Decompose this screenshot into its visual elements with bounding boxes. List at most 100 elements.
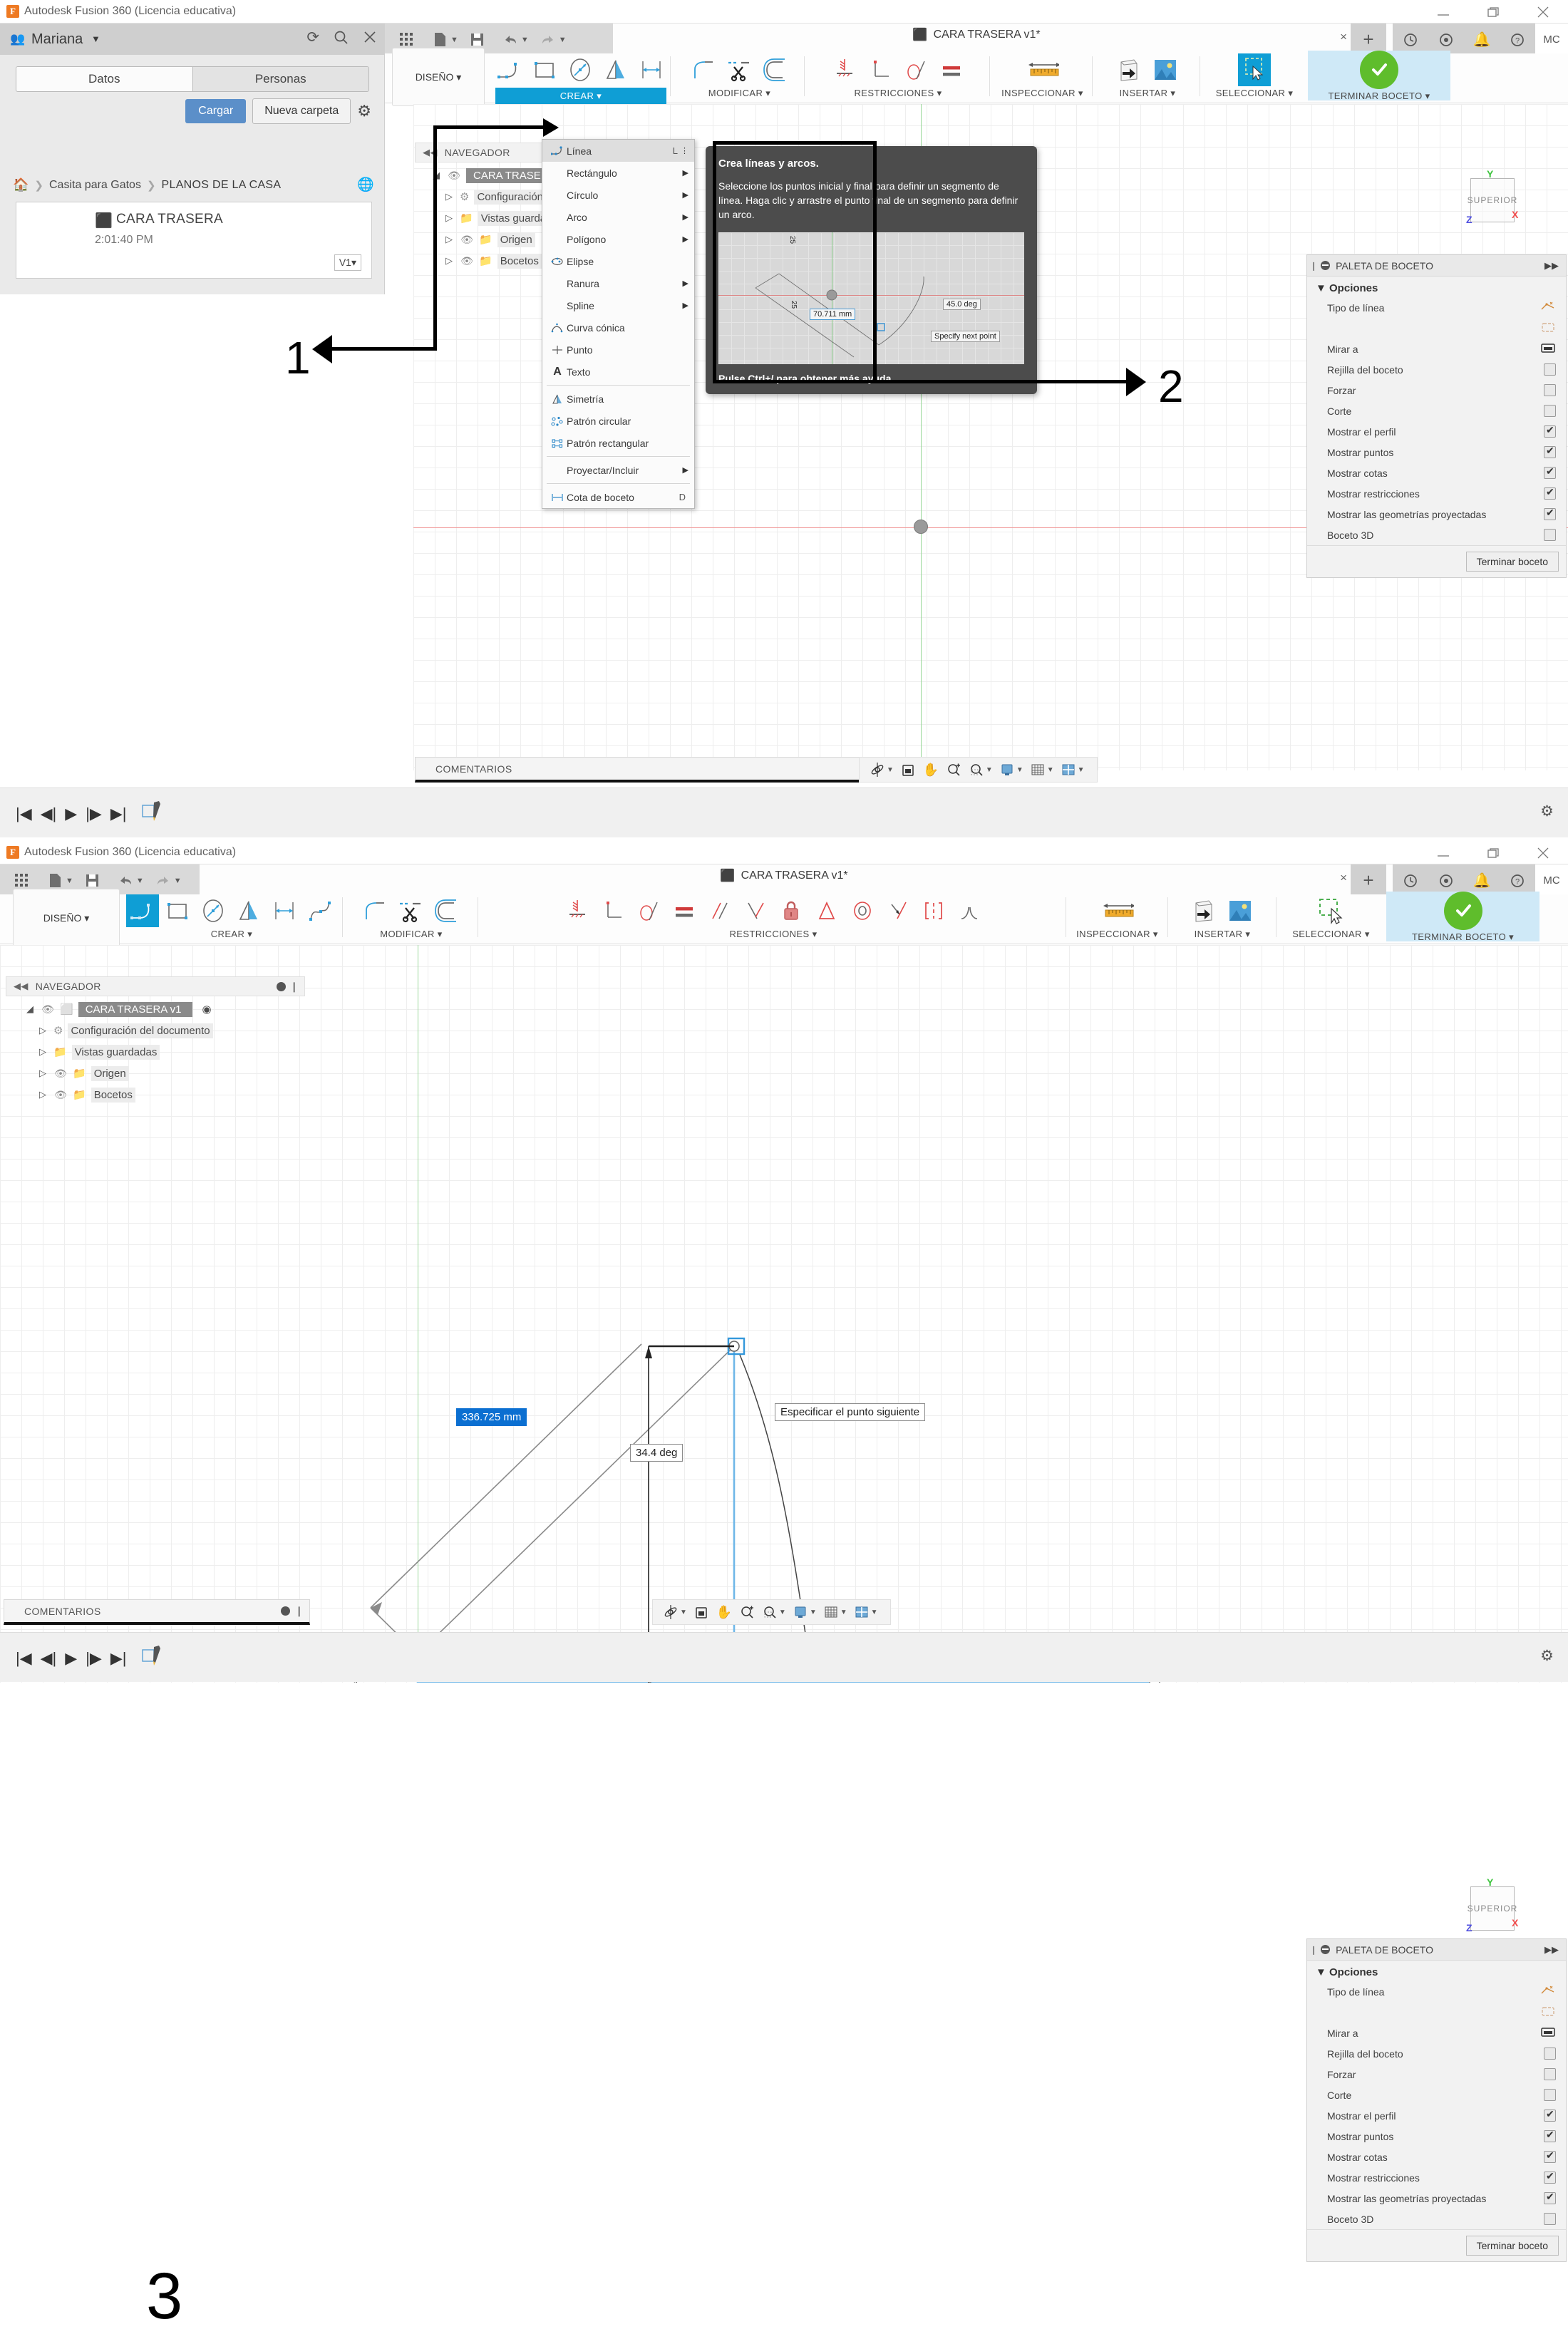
menu-item-texto[interactable]: A Texto (542, 361, 694, 383)
panel-label-restricciones[interactable]: RESTRICCIONES ▾ (854, 88, 942, 99)
tab-datos[interactable]: Datos (16, 67, 193, 91)
panel-label-insertar[interactable]: INSERTAR ▾ (1195, 929, 1251, 940)
palette-row-mostrar-restricciones[interactable]: Mostrar restricciones (1307, 2167, 1566, 2188)
line-type-icon[interactable] (1540, 1984, 1556, 1999)
palette-row-tipo-de-linea[interactable]: Tipo de línea (1307, 1981, 1566, 2002)
document-tab[interactable]: ⬛ CARA TRASERA v1* (720, 869, 847, 883)
dimension-tool-icon[interactable] (636, 53, 669, 86)
palette-row-mostrar-puntos[interactable]: Mostrar puntos (1307, 442, 1566, 463)
palette-row-corte[interactable]: Corte (1307, 401, 1566, 421)
grip-icon[interactable]: ❙ (1310, 261, 1317, 271)
expand-icon[interactable]: ▷ (443, 234, 455, 245)
maximize-icon[interactable] (1468, 0, 1518, 24)
panel-label-inspeccionar[interactable]: INSPECCIONAR ▾ (1076, 929, 1158, 940)
file-card[interactable]: ⬛ CARA TRASERA 2:01:40 PM V1▾ (16, 202, 372, 279)
construction-line-icon[interactable] (1540, 321, 1556, 336)
refresh-icon[interactable]: ⟳ (306, 30, 319, 48)
breadcrumb-item-folder[interactable]: PLANOS DE LA CASA (162, 179, 282, 192)
menu-item-simetria[interactable]: Simetría (542, 388, 694, 410)
menu-item-patron-rectangular[interactable]: Patrón rectangular (542, 432, 694, 454)
comments-bar-bottom[interactable]: COMENTARIOS ❙ (4, 1599, 310, 1625)
timeline-first-icon[interactable]: |◀ (16, 805, 32, 823)
comments-actions[interactable]: ❙ (281, 1605, 304, 1617)
checkbox-boceto-3d[interactable] (1544, 2213, 1556, 2225)
viewports-icon[interactable] (851, 1601, 872, 1623)
palette-row-boceto-3d[interactable]: Boceto 3D (1307, 525, 1566, 545)
file-version-badge[interactable]: V1▾ (334, 254, 361, 271)
grid-snaps-icon[interactable] (820, 1601, 842, 1623)
palette-row-geometrias-proyectadas[interactable]: Mostrar las geometrías proyectadas (1307, 2188, 1566, 2209)
select-tool-icon[interactable] (1315, 894, 1348, 927)
chevron-down-icon[interactable]: ▼ (1016, 766, 1023, 774)
timeline-next-icon[interactable]: |▶ (86, 1649, 102, 1668)
equal-constraint-icon[interactable] (935, 53, 968, 86)
tree-item-document-settings[interactable]: ▷ ⚙ Configuración del documento (6, 1020, 305, 1041)
palette-row-mostrar-cotas[interactable]: Mostrar cotas (1307, 463, 1566, 483)
display-settings-icon[interactable] (996, 759, 1018, 780)
new-folder-button[interactable]: Nueva carpeta (252, 98, 351, 124)
timeline-last-icon[interactable]: ▶| (110, 1649, 127, 1668)
palette-row-mostrar-perfil[interactable]: Mostrar el perfil (1307, 421, 1566, 442)
finish-sketch-button[interactable]: Terminar boceto (1466, 552, 1559, 572)
chevron-down-icon[interactable]: ▼ (521, 36, 529, 44)
palette-row-forzar[interactable]: Forzar (1307, 2064, 1566, 2085)
palette-row-geometrias-proyectadas[interactable]: Mostrar las geometrías proyectadas (1307, 504, 1566, 525)
chevron-down-icon[interactable]: ▼ (174, 877, 182, 885)
chevron-down-icon[interactable]: ▼ (810, 1609, 817, 1616)
comments-bar-top[interactable]: COMENTARIOS ❙ (415, 757, 907, 783)
pan-hand-icon[interactable]: ✋ (713, 1601, 735, 1623)
panel-label-modificar[interactable]: MODIFICAR ▾ (380, 929, 442, 940)
checkbox-rejilla[interactable] (1544, 2048, 1556, 2060)
palette-row-forzar[interactable]: Forzar (1307, 380, 1566, 401)
orbit-icon[interactable] (660, 1601, 681, 1623)
live-length-input[interactable]: 336.725 mm (456, 1408, 527, 1426)
rectangle-tool-icon[interactable] (162, 894, 195, 927)
chevron-down-icon[interactable]: ▼ (559, 36, 567, 44)
chevron-down-icon[interactable]: ▼ (779, 1609, 786, 1616)
palette-row-mirar-a[interactable]: Mirar a (1307, 339, 1566, 359)
notifications-bell-icon[interactable]: 🔔 (1464, 24, 1500, 56)
palette-row-boceto-3d[interactable]: Boceto 3D (1307, 2209, 1566, 2229)
chevron-down-icon[interactable]: ▼ (986, 766, 993, 774)
eye-icon[interactable]: 👁 (447, 170, 461, 182)
checkbox-corte[interactable] (1544, 2089, 1556, 2101)
orbit-icon[interactable] (867, 759, 888, 780)
checkbox-mostrar-restricciones[interactable] (1544, 487, 1556, 500)
finish-sketch-icon[interactable] (1360, 51, 1398, 89)
timeline-prev-icon[interactable]: ◀| (41, 1649, 57, 1668)
insert-image-icon[interactable] (1149, 53, 1182, 86)
line-tool-icon[interactable] (493, 53, 526, 86)
home-view-icon[interactable] (691, 1601, 712, 1623)
finish-sketch-button[interactable]: Terminar boceto (1466, 2236, 1559, 2256)
palette-row-rejilla[interactable]: Rejilla del boceto (1307, 2043, 1566, 2064)
chevron-down-icon[interactable]: ▼ (66, 877, 73, 885)
curvature-constraint-icon[interactable] (953, 894, 986, 927)
menu-item-poligono[interactable]: Polígono ▶ (542, 228, 694, 250)
insert-image-icon[interactable] (1224, 894, 1257, 927)
panel-label-insertar[interactable]: INSERTAR ▾ (1120, 88, 1176, 99)
expand-icon[interactable]: ▷ (443, 212, 455, 224)
fix-constraint-icon[interactable] (828, 53, 861, 86)
palette-section-title[interactable]: ▼ Opciones (1307, 1961, 1566, 1981)
checkbox-mostrar-restricciones[interactable] (1544, 2172, 1556, 2184)
home-icon[interactable]: 🏠 (13, 177, 29, 192)
timeline-sketch-feature-icon[interactable] (142, 800, 162, 828)
checkbox-forzar[interactable] (1544, 384, 1556, 396)
trim-scissors-icon[interactable] (395, 894, 428, 927)
offset-tool-icon[interactable] (430, 894, 463, 927)
expand-icon[interactable]: ▷ (443, 255, 455, 267)
timeline-sketch-feature-icon[interactable] (142, 1644, 162, 1673)
chevron-down-icon[interactable]: ▼ (871, 1609, 878, 1616)
line-tool-icon[interactable] (126, 894, 159, 927)
menu-item-curva-conica[interactable]: Curva cónica (542, 316, 694, 339)
panel-label-terminar-boceto[interactable]: TERMINAR BOCETO ▾ (1412, 931, 1514, 943)
close-tab-icon[interactable]: × (1340, 30, 1347, 44)
document-tab[interactable]: ⬛ CARA TRASERA v1* (912, 28, 1040, 42)
timeline-play-icon[interactable]: ▶ (65, 1649, 77, 1668)
expand-icon[interactable]: ▷ (443, 191, 455, 202)
look-at-icon[interactable] (1540, 341, 1556, 356)
parallel-constraint-icon[interactable] (703, 894, 736, 927)
palette-row-mirar-a[interactable]: Mirar a (1307, 2023, 1566, 2043)
equal-constraint-icon[interactable] (668, 894, 701, 927)
palette-row-rejilla[interactable]: Rejilla del boceto (1307, 359, 1566, 380)
